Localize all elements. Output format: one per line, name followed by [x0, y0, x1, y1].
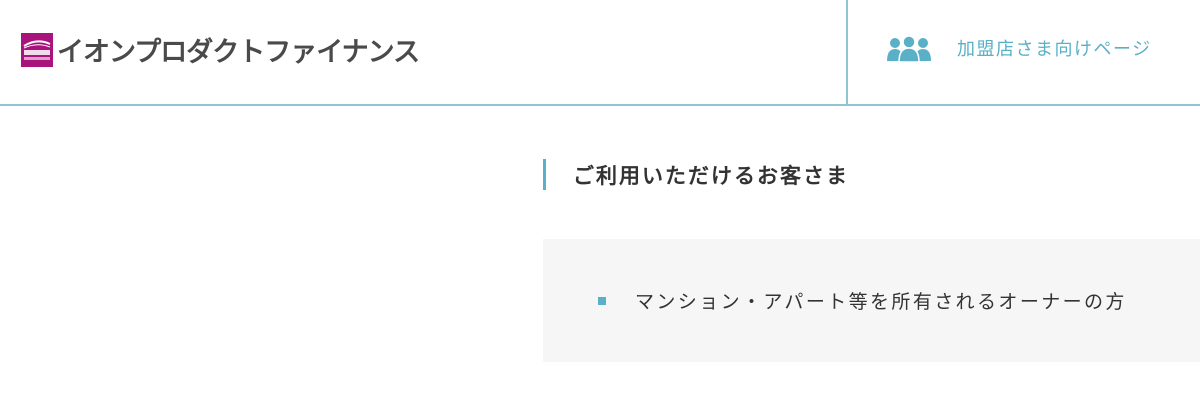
square-bullet-icon	[598, 296, 606, 305]
list-item: マンション・アパート等を所有されるオーナーの方	[598, 287, 1127, 314]
aeon-logo-mark-graphic	[23, 39, 51, 60]
customer-types-box: マンション・アパート等を所有されるオーナーの方	[543, 239, 1200, 362]
merchant-page-label: 加盟店さま向けページ	[957, 39, 1152, 60]
header-divider	[846, 0, 848, 106]
customer-type-label: マンション・アパート等を所有されるオーナーの方	[635, 291, 1127, 313]
site-header: イオンプロダクトファイナンス 加盟店さま向けページ	[0, 0, 1200, 106]
section-title: ご利用いただけるお客さま	[543, 159, 849, 190]
aeon-logo-mark	[21, 32, 53, 67]
site-logo[interactable]: イオンプロダクトファイナンス	[21, 30, 420, 69]
merchant-page-link[interactable]: 加盟店さま向けページ	[886, 30, 1152, 66]
people-group-icon	[887, 35, 931, 62]
company-name: イオンプロダクトファイナンス	[57, 37, 420, 68]
